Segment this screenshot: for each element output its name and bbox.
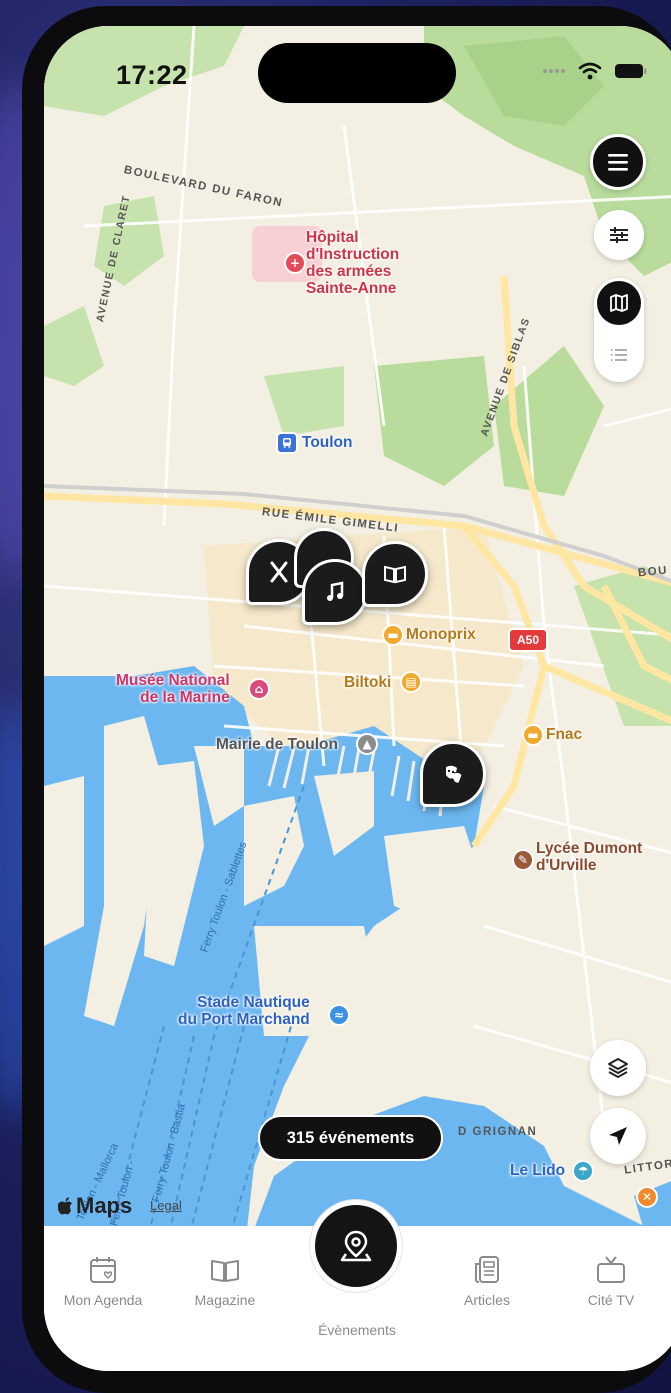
train-station-icon[interactable] [276,432,298,454]
shopping-icon[interactable]: ▬ [382,624,404,646]
locate-me-button[interactable] [590,1108,646,1164]
filter-button[interactable] [594,210,644,260]
street-label: D GRIGNAN [458,1126,538,1138]
route-badge: A50 [508,628,548,652]
layers-button[interactable] [590,1040,646,1096]
poi-hopital[interactable]: Hôpital d'Instruction des armées Sainte-… [306,229,399,297]
poi-toulon-station[interactable]: Toulon [302,434,353,451]
town-hall-icon[interactable]: ▲ [356,733,378,755]
tab-evenements[interactable]: Évènements [302,1322,412,1338]
beach-icon[interactable]: ☂ [572,1160,594,1182]
music-note-icon [327,581,344,601]
tab-mon-agenda[interactable]: Mon Agenda [48,1254,158,1308]
poi-monoprix[interactable]: Monoprix [406,626,476,643]
location-arrow-icon [609,1127,627,1145]
poi-musee-marine[interactable]: Musée National de la Marine [116,672,230,706]
tab-label: Évènements [318,1322,396,1338]
tab-evenements-button[interactable] [310,1200,402,1292]
tab-label: Articles [464,1292,510,1308]
school-icon[interactable]: ✎ [512,849,534,871]
tab-label: Mon Agenda [63,1292,143,1308]
map-icon [610,294,628,312]
map-pin-icon [340,1230,372,1262]
map-view-button[interactable] [597,281,641,325]
book-open-icon [211,1260,239,1282]
basket-icon[interactable]: ▤ [400,671,422,693]
museum-icon[interactable]: ⌂ [248,678,270,700]
wifi-icon [578,62,602,80]
maps-wordmark: Maps [76,1193,133,1218]
poi-le-lido[interactable]: Le Lido [510,1162,565,1179]
events-count-button[interactable]: 315 événements [258,1115,443,1161]
list-icon [611,349,627,361]
shopping-icon[interactable]: ▬ [522,724,544,746]
tab-magazine[interactable]: Magazine [170,1254,280,1308]
bottom-tab-bar: Mon Agenda Magazine Évènements Articles … [44,1200,671,1371]
poi-fnac[interactable]: Fnac [546,726,582,743]
list-view-button[interactable] [597,333,641,377]
poi-mairie[interactable]: Mairie de Toulon [216,736,338,753]
theatre-masks-icon [446,765,463,784]
hamburger-icon [608,154,628,171]
signal-dots-icon [543,69,565,73]
legal-link[interactable]: Legal [150,1198,182,1213]
newspaper-icon [475,1256,499,1283]
view-toggle [594,278,644,382]
tab-articles[interactable]: Articles [432,1254,542,1308]
tv-icon [597,1256,625,1283]
book-icon [384,565,406,584]
event-pin-reading[interactable] [362,541,428,607]
apple-maps-attribution[interactable]: Maps [58,1193,132,1219]
layers-icon [608,1058,628,1078]
tab-cite-tv[interactable]: Cité TV [556,1254,666,1308]
calendar-heart-icon [90,1257,116,1283]
event-pin-theatre[interactable] [420,741,486,807]
poi-biltoki[interactable]: Biltoki [344,674,391,691]
sliders-icon [610,227,628,243]
swimming-icon[interactable]: ≈ [328,1004,350,1026]
status-icons [542,62,648,80]
tab-label: Cité TV [587,1292,635,1308]
restaurant-icon[interactable]: ✕ [636,1186,658,1208]
poi-stade-nautique[interactable]: Stade Nautique du Port Marchand [178,994,310,1028]
poi-lycee[interactable]: Lycée Dumont d'Urville [536,840,642,874]
app-screen: Boulevard du Faron Avenue de Claret Aven… [44,26,671,1371]
tab-label: Magazine [194,1292,256,1308]
event-pin-music[interactable] [302,559,368,625]
apple-logo-icon [58,1196,72,1214]
status-time: 17:22 [116,60,188,90]
dynamic-island [258,43,456,103]
menu-button[interactable] [590,134,646,190]
battery-icon [615,64,647,78]
brush-pencil-icon [270,561,288,583]
hospital-icon[interactable]: + [284,252,306,274]
